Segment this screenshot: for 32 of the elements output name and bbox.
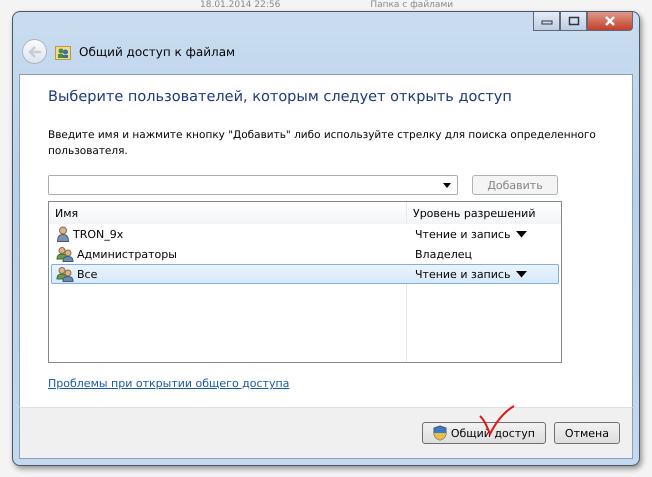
- user-name: Администраторы: [77, 248, 177, 260]
- cancel-button[interactable]: Отмена: [554, 422, 620, 444]
- background-folder-type: Папка с файлами: [370, 0, 454, 11]
- permission-level: Чтение и запись: [415, 228, 510, 240]
- minimize-button[interactable]: [533, 12, 560, 31]
- close-button[interactable]: [587, 12, 633, 31]
- user-name: Все: [77, 268, 98, 280]
- user-group-icon: [56, 246, 74, 262]
- permission-level: Владелец: [415, 248, 472, 260]
- close-icon: [604, 16, 616, 26]
- maximize-button[interactable]: [560, 12, 587, 31]
- help-link[interactable]: Проблемы при открытии общего доступа: [48, 377, 290, 390]
- table-row[interactable]: TRON_9x Чтение и запись: [51, 224, 559, 244]
- users-folder-icon: [55, 44, 71, 60]
- permission-level: Чтение и запись: [415, 268, 510, 280]
- instruction-text: Введите имя и нажмите кнопку "Добавить" либо используйте стрелку для поиска определенного пользователя.: [48, 128, 597, 159]
- table-row[interactable]: Администраторы Владелец: [51, 244, 559, 264]
- dropdown-arrow-icon[interactable]: [516, 230, 528, 238]
- dialog-heading: Выберите пользователей, которым следует открыть доступ: [48, 89, 513, 105]
- maximize-icon: [568, 16, 580, 26]
- shield-icon: [432, 425, 447, 441]
- user-group-icon: [56, 266, 74, 282]
- table-row[interactable]: Все Чтение и запись: [51, 264, 559, 284]
- dropdown-arrow-icon[interactable]: [516, 270, 528, 278]
- column-header[interactable]: Имя: [49, 202, 406, 224]
- user-icon: [56, 226, 70, 242]
- window-title: Общий доступ к файлам: [79, 44, 236, 58]
- user-name: TRON_9x: [73, 228, 124, 240]
- dropdown-arrow-icon[interactable]: [443, 182, 451, 188]
- back-arrow-icon: [28, 46, 42, 58]
- column-header[interactable]: Уровень разрешений: [406, 202, 561, 224]
- background-date: 18.01.2014 22:56: [200, 0, 280, 11]
